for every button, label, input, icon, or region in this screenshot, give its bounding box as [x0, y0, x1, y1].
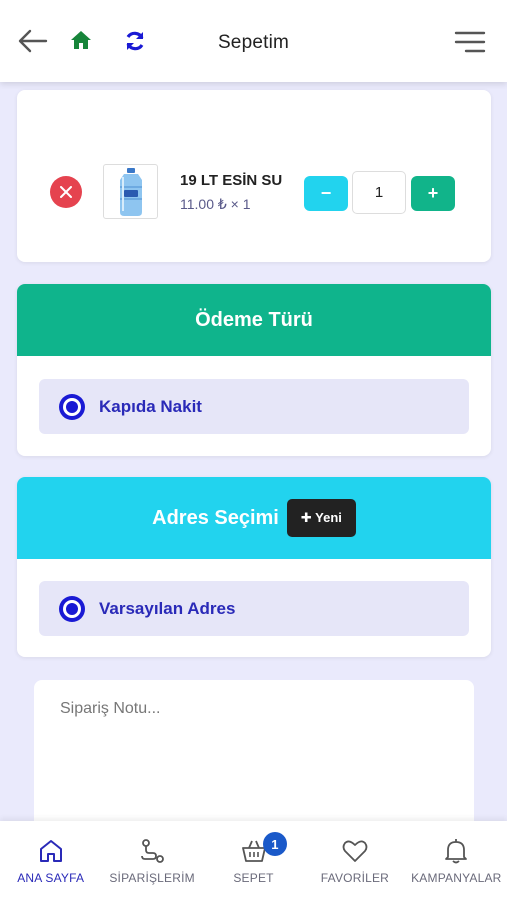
water-bottle-icon — [119, 167, 142, 216]
increase-quantity-button[interactable]: + — [411, 176, 455, 211]
route-icon — [141, 839, 165, 863]
quantity-input[interactable] — [352, 171, 406, 214]
nav-item-home[interactable]: ANA SAYFA — [0, 821, 101, 900]
nav-label: FAVORİLER — [320, 871, 390, 885]
heart-icon — [342, 840, 368, 862]
nav-item-orders[interactable]: SİPARİŞLERİM — [101, 821, 202, 900]
address-selection-title: Adres Seçimi — [152, 506, 279, 529]
home-icon — [39, 840, 62, 862]
page-title: Sepetim — [217, 32, 290, 53]
nav-label: SEPET — [233, 871, 274, 885]
order-note-input[interactable] — [34, 680, 474, 840]
payment-option-cash[interactable]: Kapıda Nakit — [39, 379, 469, 434]
payment-type-header: Ödeme Türü — [17, 284, 491, 356]
radio-selected-icon[interactable] — [59, 393, 85, 420]
nav-label: ANA SAYFA — [17, 871, 85, 885]
cart-count-badge: 1 — [262, 832, 287, 856]
product-name: 19 LT ESİN SU — [180, 172, 283, 189]
nav-item-favorites[interactable]: FAVORİLER — [304, 821, 405, 900]
app-header: Sepetim — [0, 0, 507, 82]
address-option-label: Varsayılan Adres — [99, 598, 236, 618]
product-price: 11.00 ₺ × 1 — [180, 196, 251, 212]
bell-icon — [445, 839, 468, 864]
address-selection-header: Adres Seçimi ✚ Yeni — [17, 477, 491, 559]
decrease-quantity-button[interactable]: − — [304, 176, 348, 211]
menu-icon[interactable] — [454, 30, 486, 54]
nav-label: SİPARİŞLERİM — [109, 871, 195, 885]
remove-item-button[interactable] — [50, 176, 82, 208]
new-address-button[interactable]: ✚ Yeni — [286, 499, 356, 537]
address-option-default[interactable]: Varsayılan Adres — [39, 581, 469, 636]
payment-type-card: Ödeme Türü Kapıda Nakit — [17, 284, 491, 456]
radio-selected-icon[interactable] — [59, 595, 85, 622]
nav-label: KAMPANYALAR — [411, 871, 502, 885]
nav-item-campaigns[interactable]: KAMPANYALAR — [406, 821, 507, 900]
close-icon — [60, 186, 72, 198]
payment-type-title: Ödeme Türü — [195, 308, 313, 331]
cart-item-card: 19 LT ESİN SU 11.00 ₺ × 1 − + — [17, 90, 491, 262]
bottom-navigation: ANA SAYFA SİPARİŞLERİM SEPET 1 FAVORİLER… — [0, 821, 507, 900]
nav-item-cart[interactable]: SEPET 1 — [203, 821, 304, 900]
payment-option-label: Kapıda Nakit — [99, 396, 202, 416]
address-selection-card: Adres Seçimi ✚ Yeni Varsayılan Adres — [17, 477, 491, 657]
product-image — [103, 164, 158, 219]
